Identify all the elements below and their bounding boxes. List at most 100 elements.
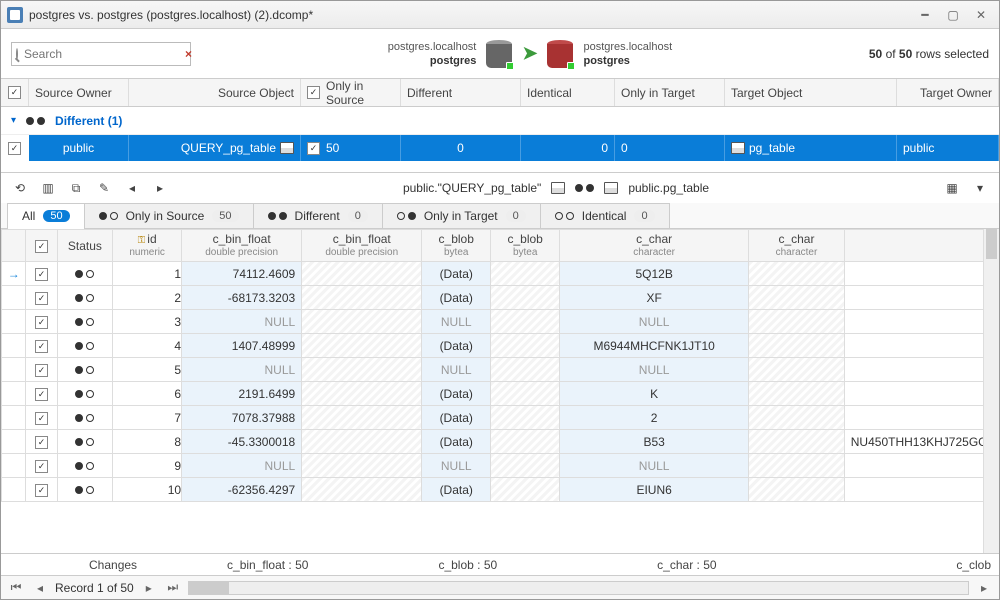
- row-checkbox[interactable]: [8, 142, 21, 155]
- col-id[interactable]: ⚿idnumeric: [113, 230, 182, 262]
- col-bin-float-tgt[interactable]: c_bin_floatdouble precision: [302, 230, 422, 262]
- target-host: postgres.localhost: [583, 41, 672, 53]
- data-grid[interactable]: Status ⚿idnumeric c_bin_floatdouble prec…: [1, 229, 999, 553]
- summary-row-selected[interactable]: public QUERY_pg_table 50 0 0 0 pg_table …: [1, 135, 999, 161]
- col-blob-tgt[interactable]: c_blobbytea: [491, 230, 560, 262]
- table-row[interactable]: 8-45.3300018(Data)B53NU450THH13KHJ725GG8…: [2, 430, 1000, 454]
- cell-blob-src: NULL: [422, 358, 490, 381]
- table-row[interactable]: 9NULLNULLNULL: [2, 454, 1000, 478]
- row-checkbox[interactable]: [35, 436, 48, 449]
- collapse-icon[interactable]: ▾: [11, 115, 16, 126]
- tab-only-in-target[interactable]: Only in Target0: [382, 203, 541, 228]
- target-db-icon: [547, 40, 573, 68]
- table-row[interactable]: 41407.48999(Data)M6944MHCFNK1JT10: [2, 334, 1000, 358]
- search-input[interactable]: [22, 46, 181, 62]
- record-position: Record 1 of 50: [55, 581, 134, 595]
- cell-char-src: 5Q12B: [560, 262, 748, 285]
- minimize-button[interactable]: ━: [913, 6, 937, 24]
- tab-all[interactable]: All50: [7, 203, 85, 228]
- col-only-in-target[interactable]: Only in Target: [615, 79, 725, 106]
- tab-only-in-source[interactable]: Only in Source50: [84, 203, 254, 228]
- grid-view-icon[interactable]: ▦: [943, 180, 961, 196]
- cell-char-src: NULL: [560, 310, 748, 333]
- table-row[interactable]: 3NULLNULLNULL: [2, 310, 1000, 334]
- search-box[interactable]: ×: [11, 42, 191, 66]
- cell-blob-tgt: [491, 478, 559, 501]
- cell-blob-tgt: [491, 454, 559, 477]
- clear-search-icon[interactable]: ×: [185, 47, 192, 61]
- grid-select-all-checkbox[interactable]: [35, 240, 48, 253]
- table-row[interactable]: 5NULLNULLNULL: [2, 358, 1000, 382]
- col-bin-float-src[interactable]: c_bin_floatdouble precision: [182, 230, 302, 262]
- nav-next-icon[interactable]: ▸: [140, 580, 158, 596]
- cell-bin-float-src: 74112.4609: [182, 262, 301, 285]
- col-source-object[interactable]: Source Object: [129, 79, 301, 106]
- col-target-object[interactable]: Target Object: [725, 79, 897, 106]
- next-icon[interactable]: ▸: [151, 180, 169, 196]
- prev-icon[interactable]: ◂: [123, 180, 141, 196]
- nav-first-icon[interactable]: ⏮: [7, 580, 25, 596]
- row-checkbox[interactable]: [35, 268, 48, 281]
- cell-bin-float-tgt: [302, 262, 421, 285]
- tab-different[interactable]: Different0: [253, 203, 383, 228]
- row-checkbox[interactable]: [35, 484, 48, 497]
- top-toolbar: × postgres.localhost postgres ➤ postgres…: [1, 29, 999, 79]
- cell-blob-tgt: [491, 286, 559, 309]
- table-row[interactable]: 62191.6499(Data)K: [2, 382, 1000, 406]
- tab-identical[interactable]: Identical0: [540, 203, 670, 228]
- cell-blob-src: (Data): [422, 382, 490, 405]
- row-checkbox[interactable]: [35, 340, 48, 353]
- cell-bin-float-tgt: [302, 406, 421, 429]
- cell-bin-float-tgt: [302, 430, 421, 453]
- select-all-checkbox[interactable]: [8, 86, 21, 99]
- row-checkbox[interactable]: [35, 460, 48, 473]
- cell-bin-float-src: 1407.48999: [182, 334, 301, 357]
- cell-bin-float-src: -45.3300018: [182, 430, 301, 453]
- horizontal-scrollbar[interactable]: [188, 581, 969, 595]
- summary-clob: c_clob: [956, 558, 991, 572]
- row-checkbox[interactable]: [35, 316, 48, 329]
- row-pointer: →: [2, 262, 26, 286]
- filter-icon[interactable]: ⧉: [67, 180, 85, 196]
- col-status[interactable]: Status: [57, 230, 113, 262]
- cell-id: 6: [113, 382, 182, 406]
- row-checkbox[interactable]: [35, 292, 48, 305]
- left-path: public."QUERY_pg_table": [403, 181, 541, 195]
- cell-char-src: B53: [560, 430, 748, 453]
- col-char-src[interactable]: c_charcharacter: [560, 230, 749, 262]
- group-different-header[interactable]: ▾ Different (1): [1, 107, 999, 135]
- col-blob-src[interactable]: c_blobbytea: [422, 230, 491, 262]
- cell-bin-float-tgt: [302, 334, 421, 357]
- edit-icon[interactable]: ✎: [95, 180, 113, 196]
- col-only-in-source[interactable]: Only in Source: [301, 79, 401, 106]
- col-source-owner[interactable]: Source Owner: [29, 79, 129, 106]
- scroll-right-icon[interactable]: ▸: [975, 580, 993, 596]
- col-identical[interactable]: Identical: [521, 79, 615, 106]
- row-checkbox[interactable]: [35, 388, 48, 401]
- table-row[interactable]: →174112.4609(Data)5Q12B: [2, 262, 1000, 286]
- columns-icon[interactable]: ▥: [39, 180, 57, 196]
- table-row[interactable]: 10-62356.4297(Data)EIUN6: [2, 478, 1000, 502]
- col-char-tgt[interactable]: c_charcharacter: [749, 230, 845, 262]
- table-row[interactable]: 77078.37988(Data)2: [2, 406, 1000, 430]
- row-pointer: [2, 406, 26, 430]
- maximize-button[interactable]: ▢: [941, 6, 965, 24]
- refresh-icon[interactable]: ⟲: [11, 180, 29, 196]
- row-checkbox[interactable]: [35, 412, 48, 425]
- col-target-owner[interactable]: Target Owner: [897, 79, 999, 106]
- dropdown-icon[interactable]: ▾: [971, 180, 989, 196]
- cell-bin-float-tgt: [302, 478, 421, 501]
- cell-char-tgt: [749, 286, 844, 309]
- nav-prev-icon[interactable]: ◂: [31, 580, 49, 596]
- close-button[interactable]: ✕: [969, 6, 993, 24]
- table-icon: [604, 182, 618, 194]
- nav-last-icon[interactable]: ⏭: [164, 580, 182, 596]
- col-different[interactable]: Different: [401, 79, 521, 106]
- table-row[interactable]: 2-68173.3203(Data)XF: [2, 286, 1000, 310]
- cell-blob-src: (Data): [422, 478, 490, 501]
- row-checkbox[interactable]: [35, 364, 48, 377]
- cell-char-src: NULL: [560, 358, 748, 381]
- vertical-scrollbar[interactable]: [983, 229, 999, 553]
- cell-blob-tgt: [491, 262, 559, 285]
- cell-char-tgt: [749, 334, 844, 357]
